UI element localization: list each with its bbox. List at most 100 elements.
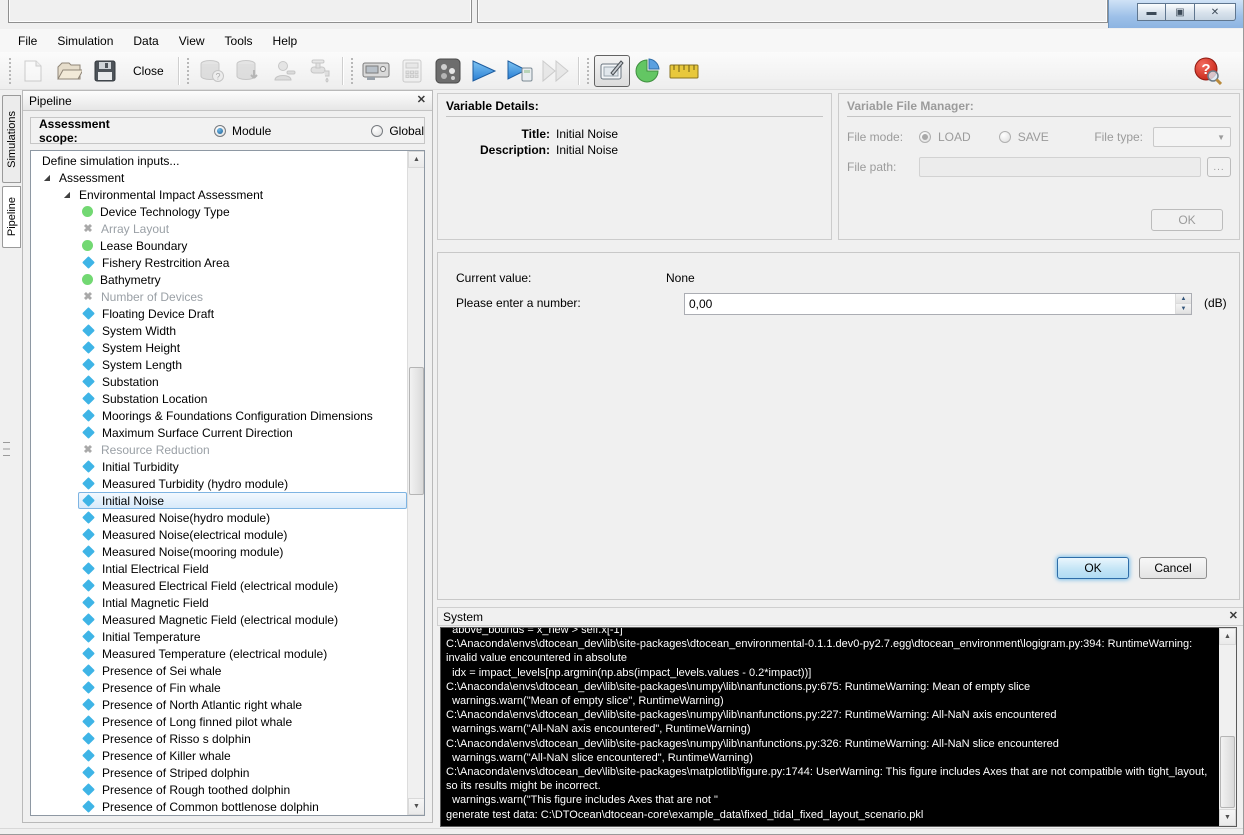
scroll-up-icon[interactable]: ▲ xyxy=(1219,628,1236,645)
open-folder-icon[interactable] xyxy=(51,55,87,87)
number-input[interactable] xyxy=(685,294,1175,314)
tree-item[interactable]: ✖ Array Layout xyxy=(31,220,407,237)
tree-item[interactable]: Presence of Long finned pilot whale xyxy=(31,713,407,730)
tab-simulations[interactable]: Simulations xyxy=(2,95,21,183)
tree-item[interactable]: Measured Magnetic Field (electrical modu… xyxy=(31,611,407,628)
tree-item[interactable]: Lease Boundary xyxy=(31,237,407,254)
splitter-grip[interactable] xyxy=(3,442,10,456)
tree-item[interactable]: Substation Location xyxy=(31,390,407,407)
ok-button[interactable]: OK xyxy=(1057,557,1129,579)
tree-item[interactable]: Measured Noise(electrical module) xyxy=(31,526,407,543)
tree-item-label: Presence of Sei whale xyxy=(102,663,222,678)
tree-item[interactable]: Presence of Sei whale xyxy=(31,662,407,679)
run-icon[interactable] xyxy=(466,55,502,87)
scope-option-module[interactable]: Module xyxy=(213,124,271,138)
maximize-button[interactable]: ▣ xyxy=(1166,3,1195,21)
spin-up-icon[interactable]: ▲ xyxy=(1176,294,1191,304)
pipeline-close-icon[interactable]: ✕ xyxy=(417,95,426,106)
tree-item[interactable]: Floating Device Draft xyxy=(31,305,407,322)
tree-item[interactable]: ✖ Resource Reduction xyxy=(31,441,407,458)
tree-item[interactable]: Measured Turbidity (hydro module) xyxy=(31,475,407,492)
tree-item-label: Number of Devices xyxy=(101,289,204,304)
tree-item-label: Measured Noise(hydro module) xyxy=(102,510,271,525)
console-line: C:\Anaconda\envs\dtocean_dev\lib\site-pa… xyxy=(446,766,1208,779)
tree-item-label: Assessment xyxy=(59,170,125,185)
menu-data[interactable]: Data xyxy=(123,31,168,51)
tree-scrollbar[interactable]: ▲ ▼ xyxy=(407,151,424,815)
tab-pipeline[interactable]: Pipeline xyxy=(2,186,21,248)
console-line: C:\Anaconda\envs\dtocean_dev\lib\site-pa… xyxy=(446,737,1059,750)
scroll-down-icon[interactable]: ▼ xyxy=(1219,809,1236,826)
save-icon[interactable] xyxy=(87,55,123,87)
console-scrollbar-thumb[interactable] xyxy=(1220,736,1235,808)
tree-item[interactable]: Fishery Restrcition Area xyxy=(31,254,407,271)
console-scrollbar[interactable]: ▲ ▼ xyxy=(1219,628,1236,826)
tree-item[interactable]: Bathymetry xyxy=(31,271,407,288)
tree-item[interactable]: System Length xyxy=(31,356,407,373)
title-label: Title: xyxy=(521,127,550,141)
tree-item-label: Measured Noise(mooring module) xyxy=(102,544,284,559)
console-line: idx = impact_levels[np.argmin(np.abs(imp… xyxy=(446,666,812,679)
diamond-blue-icon xyxy=(82,596,95,609)
tree-item-label: Intial Electrical Field xyxy=(102,561,209,576)
minimize-button[interactable]: ▬ xyxy=(1137,3,1166,21)
panel-icon[interactable] xyxy=(430,55,466,87)
tree-item[interactable]: Define simulation inputs... xyxy=(31,152,407,169)
ruler-icon[interactable] xyxy=(666,55,702,87)
tree-item[interactable]: Presence of Fin whale xyxy=(31,679,407,696)
system-close-icon[interactable]: ✕ xyxy=(1229,611,1238,622)
tree-item[interactable]: ✖ Number of Devices xyxy=(31,288,407,305)
expander-icon[interactable]: ◢ xyxy=(62,190,72,199)
tree-item[interactable]: Initial Noise xyxy=(31,492,407,509)
tree-item[interactable]: Intial Electrical Field xyxy=(31,560,407,577)
tree-item-label: Floating Device Draft xyxy=(102,306,215,321)
menu-simulation[interactable]: Simulation xyxy=(47,31,123,51)
global-radio[interactable] xyxy=(371,124,384,137)
scope-option-global[interactable]: Global xyxy=(371,124,424,138)
tree-item[interactable]: System Height xyxy=(31,339,407,356)
menu-view[interactable]: View xyxy=(169,31,215,51)
scroll-down-icon[interactable]: ▼ xyxy=(408,798,424,815)
tree-item[interactable]: Initial Temperature xyxy=(31,628,407,645)
tree-item[interactable]: ◢ Assessment xyxy=(31,169,407,186)
tablet-pen-icon[interactable] xyxy=(593,54,630,87)
diamond-blue-icon xyxy=(82,783,95,796)
tab-simulations-label: Simulations xyxy=(5,110,18,168)
tree-item[interactable]: Presence of Rough toothed dolphin xyxy=(31,781,407,798)
tree-item[interactable]: Presence of Striped dolphin xyxy=(31,764,407,781)
close-window-button[interactable]: ✕ xyxy=(1195,3,1236,21)
tree-item[interactable]: Measured Noise(mooring module) xyxy=(31,543,407,560)
diamond-blue-icon xyxy=(82,375,95,388)
tree-item[interactable]: Substation xyxy=(31,373,407,390)
soundcard-icon[interactable] xyxy=(358,55,394,87)
tree-item[interactable]: ◢ Environmental Impact Assessment xyxy=(31,186,407,203)
spin-down-icon[interactable]: ▼ xyxy=(1176,304,1191,314)
tree-item[interactable]: Measured Noise(hydro module) xyxy=(31,509,407,526)
tree-item[interactable]: Presence of Killer whale xyxy=(31,747,407,764)
menu-file[interactable]: File xyxy=(8,31,47,51)
cancel-button[interactable]: Cancel xyxy=(1139,557,1207,579)
tree-item[interactable]: Measured Temperature (electrical module) xyxy=(31,645,407,662)
tree-item[interactable]: Measured Electrical Field (electrical mo… xyxy=(31,577,407,594)
tree-item[interactable]: Maximum Surface Current Direction xyxy=(31,424,407,441)
pie-chart-icon[interactable] xyxy=(630,55,666,87)
close-project-button[interactable]: Close xyxy=(123,55,174,87)
scroll-up-icon[interactable]: ▲ xyxy=(408,151,424,168)
menu-tools[interactable]: Tools xyxy=(215,31,263,51)
tree-item[interactable]: System Width xyxy=(31,322,407,339)
tree-item[interactable]: Intial Magnetic Field xyxy=(31,594,407,611)
calculator-icon xyxy=(394,55,430,87)
tree-scrollbar-thumb[interactable] xyxy=(409,367,424,495)
tree-item[interactable]: Presence of S xyxy=(31,815,407,816)
menu-help[interactable]: Help xyxy=(263,31,308,51)
tree-item[interactable]: Presence of North Atlantic right whale xyxy=(31,696,407,713)
expander-icon[interactable]: ◢ xyxy=(42,173,52,182)
run-calc-icon[interactable] xyxy=(502,55,538,87)
tree-item[interactable]: Presence of Risso s dolphin xyxy=(31,730,407,747)
module-radio[interactable] xyxy=(213,124,226,137)
tree-item[interactable]: Device Technology Type xyxy=(31,203,407,220)
tree-item[interactable]: Initial Turbidity xyxy=(31,458,407,475)
tree-item[interactable]: Presence of Common bottlenose dolphin xyxy=(31,798,407,815)
help-icon[interactable]: ? xyxy=(1190,55,1226,87)
tree-item[interactable]: Moorings & Foundations Configuration Dim… xyxy=(31,407,407,424)
